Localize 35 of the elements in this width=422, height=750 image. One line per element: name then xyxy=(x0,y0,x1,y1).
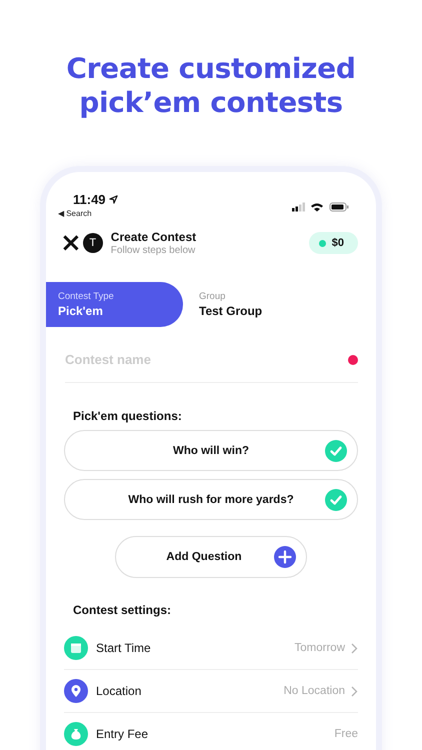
close-button[interactable]: × xyxy=(60,233,82,253)
step-tab[interactable]: Group Test Group xyxy=(183,282,320,327)
plus-icon xyxy=(274,546,296,568)
question-text: Who will win? xyxy=(172,444,249,456)
balance-dot-icon xyxy=(318,240,326,246)
settings-row[interactable]: Location No Location xyxy=(64,670,358,713)
question-text: Who will rush for more yards? xyxy=(128,494,294,506)
tab-label: Contest Type xyxy=(58,291,115,302)
avatar[interactable]: T xyxy=(82,233,103,253)
question-pill[interactable]: Who will win? xyxy=(64,430,358,471)
setting-label: Start Time xyxy=(96,641,152,655)
settings-row[interactable]: Entry Fee Free xyxy=(64,713,358,750)
tab-value: Test Group xyxy=(199,304,264,318)
tab-value: Pick'em xyxy=(58,304,104,318)
setting-value: No Location xyxy=(284,685,345,697)
section-title: Contest settings: xyxy=(73,603,172,617)
setting-value: Tomorrow xyxy=(294,642,345,654)
screen-subtitle: Follow steps below xyxy=(110,245,196,256)
question-pill[interactable]: Who will rush for more yards? xyxy=(64,479,358,520)
screen-title: Create Contest xyxy=(110,230,198,244)
step-tab[interactable]: Contest Type Pick'em xyxy=(46,282,183,327)
status-icons xyxy=(292,202,350,212)
setting-value: Free xyxy=(334,728,358,740)
balance-amount: $0 xyxy=(332,237,344,249)
setting-label: Location xyxy=(96,684,142,698)
location-arrow-icon xyxy=(108,195,118,204)
status-time: 11:49 xyxy=(73,192,106,207)
balance-badge[interactable]: $0 xyxy=(308,232,358,254)
settings-row[interactable]: Start Time Tomorrow xyxy=(64,627,358,670)
add-question-button[interactable]: Add Question xyxy=(115,536,307,578)
tab-label: Group xyxy=(199,291,226,302)
setting-label: Entry Fee xyxy=(96,727,150,741)
headline: Create customized pick’em contests xyxy=(65,52,357,120)
back-link[interactable]: ◀ Search xyxy=(58,209,118,218)
section-title: Pick'em questions: xyxy=(73,409,183,423)
